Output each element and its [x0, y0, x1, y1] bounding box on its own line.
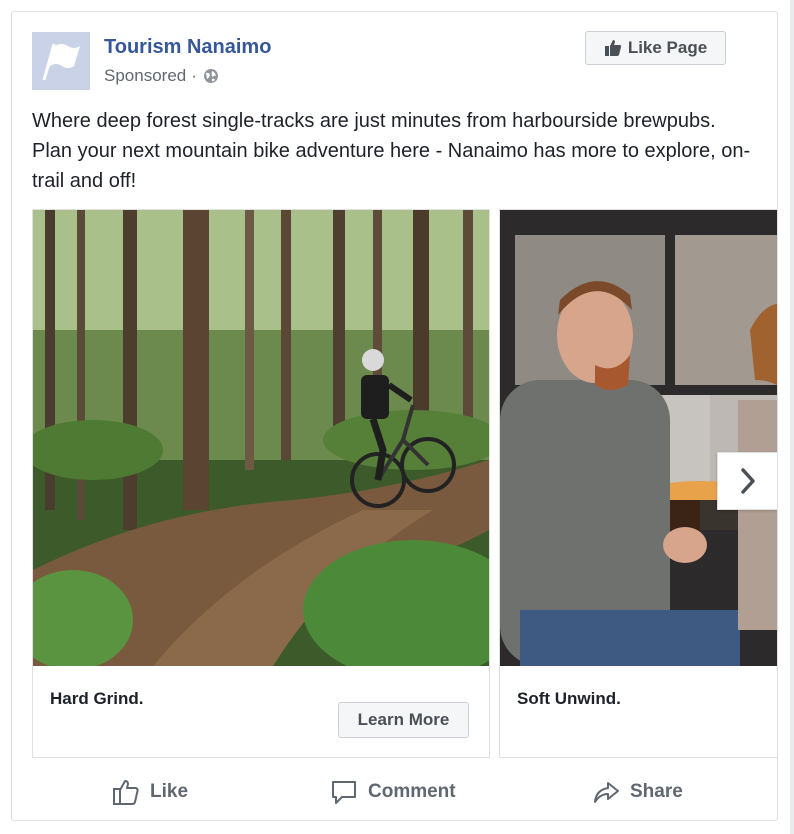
like-button[interactable]: Like: [112, 772, 188, 812]
sponsored-label[interactable]: Sponsored: [104, 66, 186, 86]
forest-mountain-biker-photo[interactable]: [33, 210, 489, 666]
brewpub-people-photo[interactable]: [500, 210, 777, 666]
share-label: Share: [630, 781, 683, 802]
like-label: Like: [150, 781, 189, 802]
like-page-label: Like Page: [627, 38, 708, 57]
like-page-button[interactable]: Like Page: [585, 31, 726, 65]
card-title: Hard Grind.: [50, 689, 144, 708]
chevron-right-icon: [740, 468, 755, 494]
carousel-card-1[interactable]: Hard Grind. Learn More: [32, 209, 490, 758]
globe-icon: [203, 69, 218, 83]
carousel-next-button[interactable]: [717, 452, 777, 510]
learn-more-button[interactable]: Learn More: [338, 702, 469, 738]
card-title: Soft Unwind.: [517, 689, 621, 708]
share-button[interactable]: Share: [592, 772, 683, 812]
share-arrow-icon: [594, 782, 619, 803]
sponsored-post: Tourism Nanaimo Sponsored · Like Page Wh…: [11, 11, 778, 821]
page-edge-divider: [790, 0, 794, 834]
comment-bubble-icon: [332, 781, 356, 804]
page-avatar[interactable]: [32, 32, 90, 90]
post-text: Where deep forest single-tracks are just…: [32, 110, 751, 192]
post-meta: Sponsored ·: [104, 66, 219, 86]
comment-label: Comment: [368, 781, 456, 802]
flag-logo-icon: [32, 32, 90, 90]
meta-separator: ·: [191, 66, 197, 85]
comment-button[interactable]: Comment: [330, 772, 456, 812]
page-name-link[interactable]: Tourism Nanaimo: [104, 36, 271, 59]
post-actions: Like Comment Share: [12, 772, 777, 812]
carousel: Hard Grind. Learn More Soft Unwind.: [32, 209, 777, 758]
thumbs-up-outline-icon: [113, 780, 139, 805]
thumbs-up-icon: [604, 40, 621, 56]
